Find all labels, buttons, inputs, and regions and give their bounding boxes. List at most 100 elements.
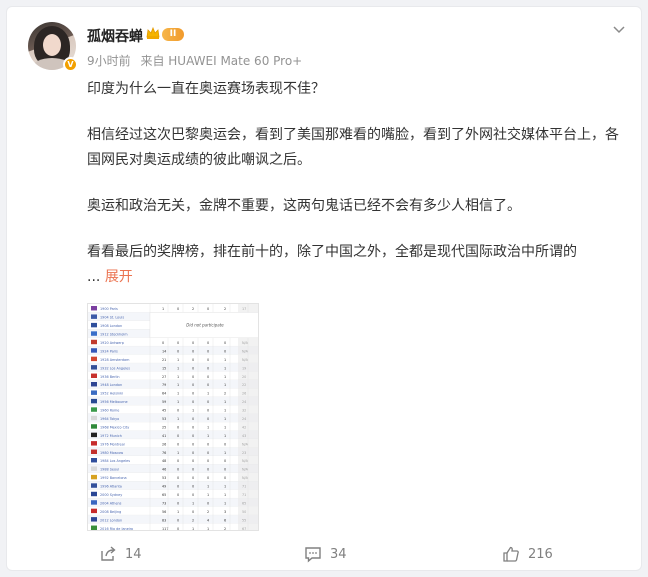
medal-cell: 6 <box>224 518 226 522</box>
host-city-label: 1900 Paris <box>100 307 118 311</box>
country-flag <box>91 483 97 488</box>
medal-cell: 0 <box>192 417 194 421</box>
medal-cell: 53 <box>162 476 166 480</box>
rank-cell-bg <box>238 447 258 456</box>
medal-cell: 0 <box>192 400 194 404</box>
medal-cell: 45 <box>162 409 166 413</box>
share-button[interactable]: 14 <box>99 545 142 563</box>
medal-cell: 1 <box>177 417 179 421</box>
weibo-post-card: V 孤烟吞蝉 II 9小时前 来自 HUAWEI Mate 60 Pro+ 印度… <box>6 6 642 571</box>
medal-cell: 1 <box>192 409 194 413</box>
medal-cell: 2 <box>192 307 194 311</box>
rank-cell-bg <box>238 498 258 507</box>
medal-cell: 1 <box>162 307 164 311</box>
medal-cell: 0 <box>224 442 226 446</box>
rank-cell-bg <box>238 472 258 482</box>
host-city-label: 1996 Atlanta <box>100 485 122 489</box>
country-flag <box>91 508 97 514</box>
medal-cell: 0 <box>192 425 194 429</box>
medal-cell: 0 <box>207 468 209 472</box>
medal-cell: 1 <box>192 527 194 531</box>
medal-cell: 1 <box>207 392 209 396</box>
medal-cell: 0 <box>192 476 194 480</box>
medal-cell: 0 <box>177 518 179 522</box>
medal-cell: 1 <box>177 366 179 370</box>
rank-cell-bg <box>238 304 258 313</box>
chevron-down-icon[interactable] <box>611 21 627 37</box>
medal-cell: 1 <box>224 485 226 489</box>
action-bar: 14 34 216 <box>7 539 643 571</box>
comment-icon <box>305 547 321 563</box>
medal-cell: 0 <box>177 307 179 311</box>
country-flag <box>91 500 97 505</box>
country-flag <box>91 348 97 353</box>
like-button[interactable]: 216 <box>502 545 553 563</box>
medal-cell: 83 <box>162 518 166 522</box>
medal-cell: 79 <box>162 383 166 387</box>
medal-cell: 0 <box>192 383 194 387</box>
medal-cell: 0 <box>207 349 209 353</box>
medal-cell: 48 <box>162 459 166 463</box>
host-city-label: 1932 Los Angeles <box>100 366 130 370</box>
medal-cell: 1 <box>224 375 226 379</box>
country-flag <box>91 306 97 311</box>
medal-cell: 49 <box>162 485 166 489</box>
medal-cell: 0 <box>207 358 209 362</box>
post-paragraph: 看看最后的奖牌榜，排在前十的，除了中国之外，全都是现代国际政治中所谓的 ... … <box>87 240 627 290</box>
medal-cell: 0 <box>224 349 226 353</box>
rank-cell-bg <box>238 464 258 473</box>
medal-cell: 2 <box>224 527 226 531</box>
expand-link[interactable]: 展开 <box>105 269 133 285</box>
medal-cell: 53 <box>162 417 166 421</box>
country-flag <box>91 432 97 438</box>
medal-cell: 0 <box>192 442 194 446</box>
medal-cell: 0 <box>192 493 194 497</box>
medal-cell: 0 <box>224 459 226 463</box>
medal-cell: 0 <box>192 375 194 379</box>
medal-cell: 1 <box>224 383 226 387</box>
host-city-label: 1948 London <box>100 383 122 387</box>
comment-button[interactable]: 34 <box>304 545 347 563</box>
country-flag <box>91 314 97 319</box>
country-flag <box>91 466 97 471</box>
medal-cell: 0 <box>177 442 179 446</box>
medal-cell: 0 <box>224 341 226 345</box>
medal-cell: 1 <box>224 358 226 362</box>
medal-cell: 0 <box>177 493 179 497</box>
medal-cell: 117 <box>162 527 168 531</box>
rank-cell-bg <box>238 354 258 364</box>
medal-cell: 0 <box>207 476 209 480</box>
author-name[interactable]: 孤烟吞蝉 <box>87 26 143 46</box>
medal-cell: 0 <box>207 501 209 505</box>
ellipsis: ... <box>87 269 101 285</box>
post-image-medal-table[interactable]: 1900 Paris10202171904 St. Louis1908 Lond… <box>87 303 259 531</box>
medal-cell: 0 <box>207 459 209 463</box>
medal-cell: 0 <box>192 392 194 396</box>
country-flag <box>91 458 97 463</box>
rank-cell-bg <box>238 371 258 380</box>
medal-cell: 15 <box>162 366 166 370</box>
medal-cell: 56 <box>162 510 166 514</box>
rank-cell-bg <box>238 413 258 423</box>
medal-cell: 2 <box>224 392 226 396</box>
medal-cell: 0 <box>207 375 209 379</box>
medal-cell: 0 <box>207 451 209 455</box>
medal-cell: 0 <box>207 341 209 345</box>
comment-count: 34 <box>330 546 347 562</box>
medal-cell: 46 <box>162 468 166 472</box>
medal-cell: 0 <box>192 485 194 489</box>
medal-cell: 1 <box>224 451 226 455</box>
host-city-label: 2012 London <box>100 518 122 522</box>
medal-cell: 1 <box>207 493 209 497</box>
country-flag <box>91 525 97 530</box>
country-flag <box>91 441 97 446</box>
medal-cell: 1 <box>207 485 209 489</box>
medal-cell: 1 <box>207 425 209 429</box>
medal-cell: 1 <box>177 392 179 396</box>
user-level-badge: II <box>162 28 184 41</box>
medal-cell: 0 <box>162 341 164 345</box>
medal-cell: 1 <box>192 501 194 505</box>
rank-cell-bg <box>238 363 258 372</box>
share-count: 14 <box>125 546 142 562</box>
post-time[interactable]: 9小时前 <box>87 54 131 68</box>
